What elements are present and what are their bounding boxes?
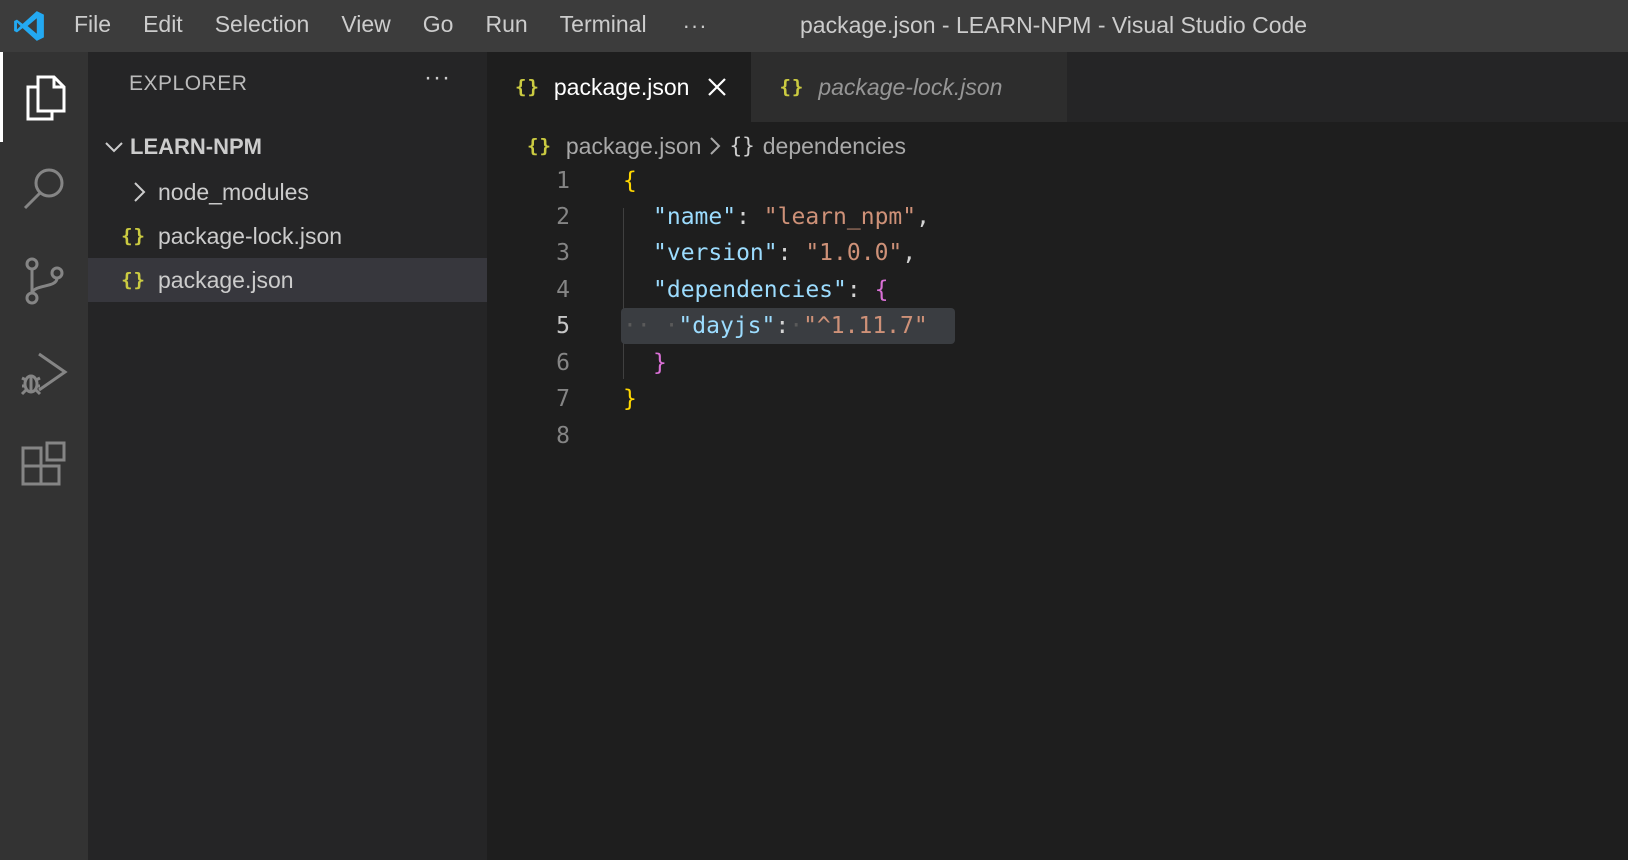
- json-key: "version": [653, 240, 778, 266]
- menu-edit[interactable]: Edit: [127, 0, 199, 52]
- menu-go[interactable]: Go: [407, 0, 470, 52]
- tree-item-node-modules[interactable]: node_modules: [88, 170, 487, 214]
- explorer-more-actions-icon[interactable]: ···: [424, 64, 451, 92]
- colon: :: [846, 277, 875, 303]
- explorer-sidebar: EXPLORER ··· LEARN-NPM node_modules {} p…: [88, 52, 487, 860]
- tab-package-json[interactable]: {} package.json: [487, 52, 752, 122]
- json-key: "dayjs": [678, 313, 776, 339]
- code-line: 8: [487, 417, 1628, 455]
- explorer-title: EXPLORER: [129, 72, 248, 95]
- title-bar: File Edit Selection View Go Run Terminal…: [0, 0, 1628, 52]
- menu-file[interactable]: File: [58, 0, 127, 52]
- line-number: 3: [556, 240, 570, 266]
- tab-label: package.json: [553, 73, 690, 100]
- json-string: "1.0.0": [805, 240, 903, 266]
- menu-view[interactable]: View: [325, 0, 406, 52]
- vscode-logo-icon[interactable]: [0, 0, 58, 52]
- json-icon: {}: [527, 135, 552, 157]
- window-title: package.json - LEARN-NPM - Visual Studio…: [800, 12, 1308, 38]
- code-line: 4 "dependencies": {: [487, 271, 1628, 309]
- brace: {: [874, 277, 889, 303]
- menu-run[interactable]: Run: [469, 0, 543, 52]
- comma: ,: [916, 204, 930, 230]
- comma: ,: [902, 240, 917, 266]
- chevron-right-icon: [709, 136, 721, 156]
- line-number: 8: [556, 423, 570, 449]
- code-line-current: 5 ·· ·"dayjs":·"^1.11.7": [487, 307, 1628, 345]
- object-symbol-icon: {}: [729, 134, 755, 158]
- json-string: "^1.11.7": [803, 313, 928, 339]
- json-icon: {}: [515, 76, 540, 98]
- folder-label: LEARN-NPM: [130, 134, 262, 159]
- line-number: 7: [556, 386, 570, 412]
- line-number: 1: [556, 168, 570, 194]
- line-number: 5: [556, 313, 570, 339]
- code-line: 7 }: [487, 380, 1628, 418]
- brace: {: [623, 168, 637, 194]
- tab-label: package-lock.json: [818, 73, 1003, 100]
- explorer-icon[interactable]: [0, 52, 88, 142]
- code-line: 1 {: [487, 162, 1628, 200]
- json-key: "name": [653, 204, 737, 230]
- line-number: 2: [556, 204, 570, 230]
- brace: }: [623, 386, 637, 412]
- colon: :: [775, 313, 790, 339]
- code-editor[interactable]: 1 { 2 "name": "learn_npm", 3 "version": …: [487, 168, 1628, 860]
- colon: :: [777, 240, 806, 266]
- brace: }: [653, 350, 667, 376]
- code-line: 2 "name": "learn_npm",: [487, 198, 1628, 236]
- json-icon: {}: [779, 76, 805, 98]
- editor-tabs: {} package.json {} package-lock.json: [487, 52, 1628, 122]
- menu-bar: File Edit Selection View Go Run Terminal…: [58, 0, 728, 52]
- tree-item-package-json[interactable]: {} package.json: [88, 258, 487, 302]
- tree-item-package-lock-json[interactable]: {} package-lock.json: [88, 214, 487, 258]
- folder-learn-npm[interactable]: LEARN-NPM: [88, 126, 487, 168]
- menu-more-icon[interactable]: ···: [663, 4, 728, 48]
- tab-package-lock-json[interactable]: {} package-lock.json: [751, 52, 1068, 122]
- tree-item-label: node_modules: [158, 178, 309, 205]
- chevron-down-icon: [88, 140, 128, 154]
- line-number: 4: [556, 277, 570, 303]
- close-icon[interactable]: [707, 77, 727, 97]
- tree-item-label: package-lock.json: [158, 222, 343, 249]
- menu-selection[interactable]: Selection: [199, 0, 326, 52]
- activity-bar: [0, 52, 88, 860]
- code-line: 6 }: [487, 344, 1628, 382]
- source-control-icon[interactable]: [0, 236, 88, 326]
- chevron-right-icon: [88, 181, 158, 203]
- tree-item-label: package.json: [158, 266, 294, 293]
- json-icon: {}: [121, 269, 146, 291]
- json-string: "learn_npm": [763, 204, 917, 230]
- breadcrumb-file[interactable]: package.json: [566, 133, 702, 160]
- json-icon: {}: [121, 225, 146, 247]
- extensions-icon[interactable]: [0, 420, 88, 510]
- breadcrumb-symbol[interactable]: dependencies: [763, 133, 906, 160]
- code-line: 3 "version": "1.0.0",: [487, 234, 1628, 272]
- colon: :: [736, 204, 764, 230]
- search-icon[interactable]: [0, 144, 88, 234]
- run-debug-icon[interactable]: [0, 328, 88, 418]
- menu-terminal[interactable]: Terminal: [544, 0, 663, 52]
- line-number: 6: [556, 350, 570, 376]
- json-key: "dependencies": [653, 277, 847, 303]
